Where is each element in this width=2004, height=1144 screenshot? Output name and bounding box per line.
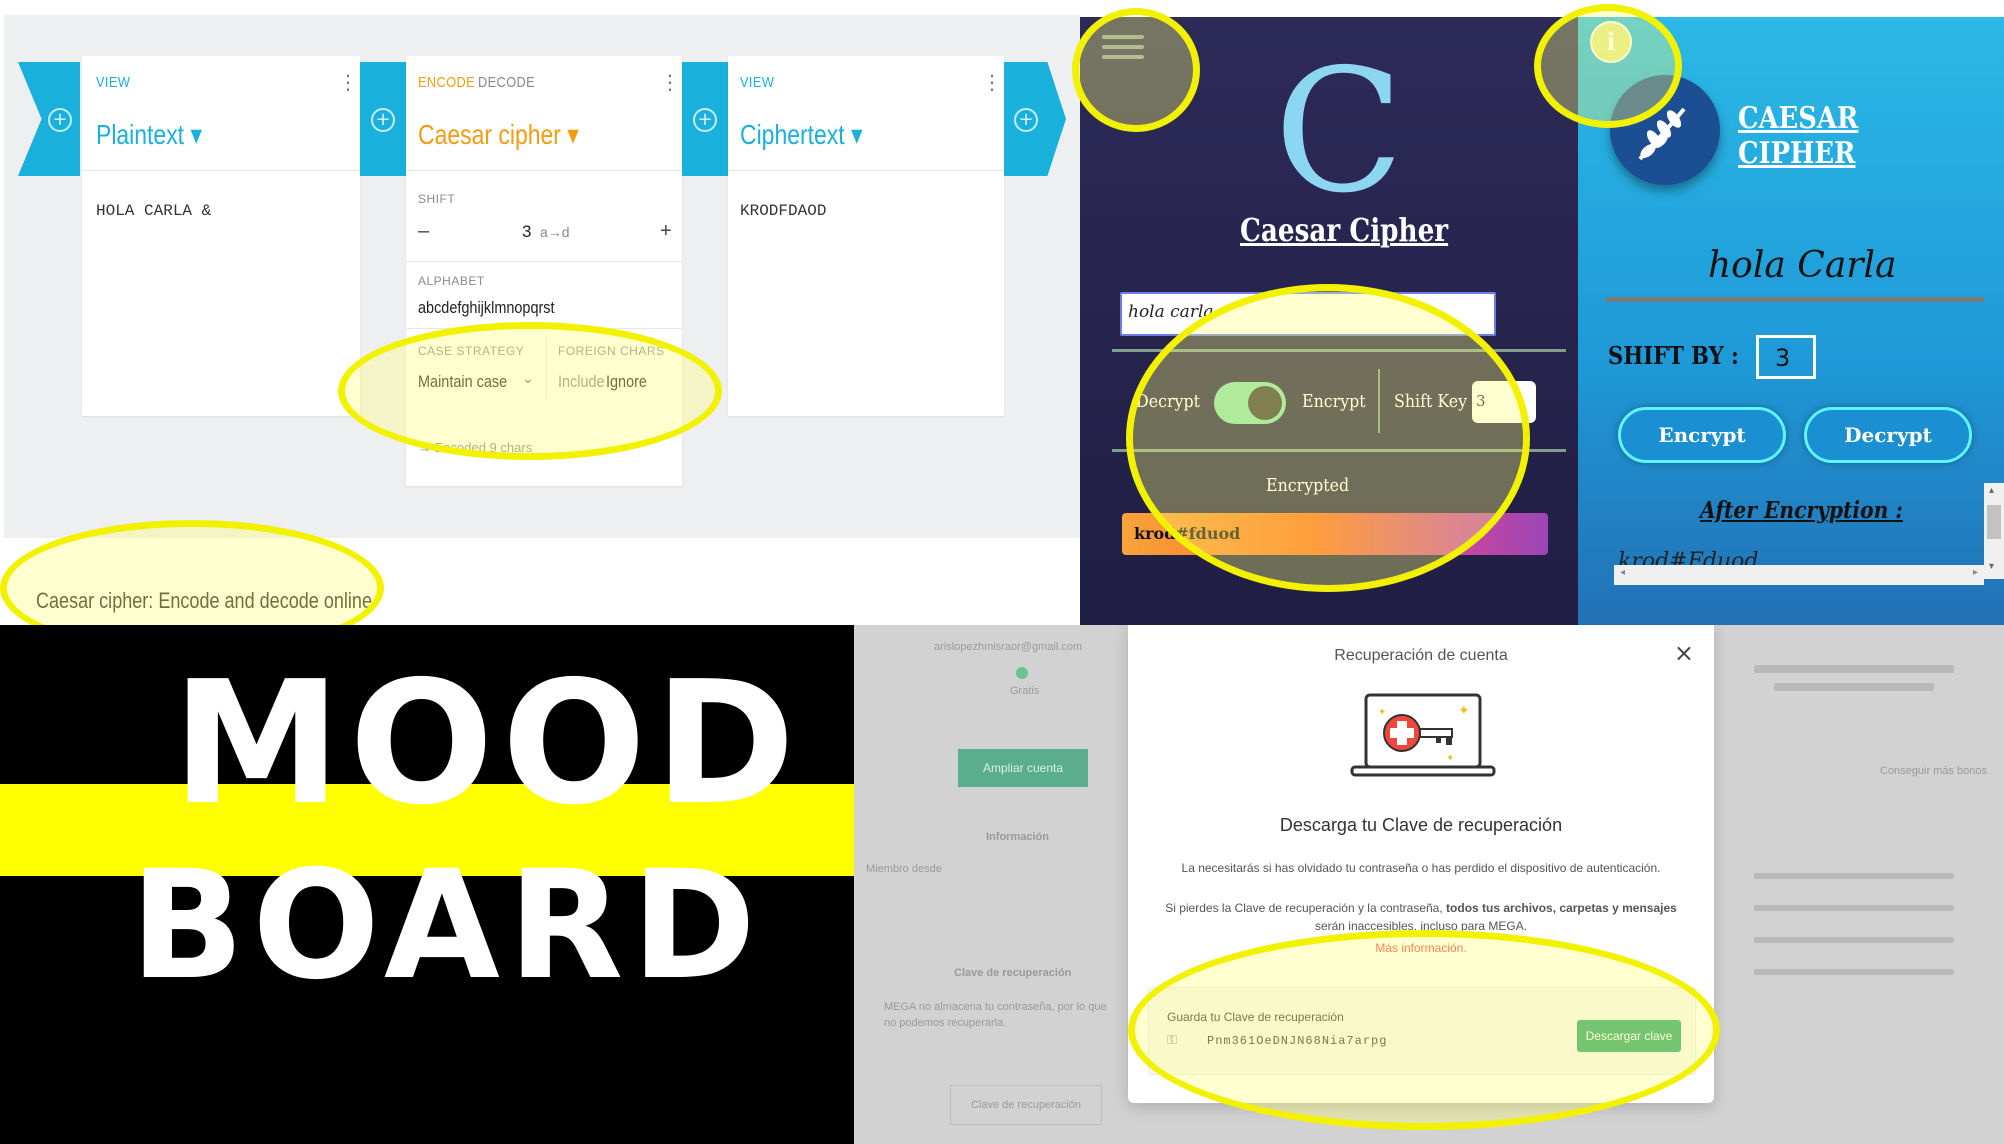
cryptii-panel: + VIEW Plaintext ▾ ⋮ HOLA CARLA & + ENCO… bbox=[0, 0, 1080, 625]
laptop-key-icon: ✦ ✦ ✦ bbox=[1350, 691, 1496, 788]
horizontal-scrollbar[interactable]: ◂ ▸ bbox=[1614, 565, 1984, 585]
highlight-ellipse bbox=[338, 322, 722, 460]
plaintext-card: VIEW Plaintext ▾ ⋮ HOLA CARLA & bbox=[82, 56, 360, 416]
bg-line bbox=[1754, 873, 1954, 879]
plaintext-more-icon[interactable]: ⋮ bbox=[338, 70, 358, 94]
bg-info-header: Información bbox=[986, 831, 1049, 843]
ciphertext-title[interactable]: Ciphertext ▾ bbox=[740, 118, 863, 151]
decode-tab[interactable]: DECODE bbox=[478, 74, 535, 91]
modal-heading: Descarga tu Clave de recuperación bbox=[1279, 815, 1563, 835]
ciphertext-view-label: VIEW bbox=[740, 74, 775, 91]
laptop-key-illustration: ✦ ✦ ✦ bbox=[1350, 693, 1496, 777]
status-dot bbox=[1016, 667, 1028, 679]
bg-line bbox=[1754, 665, 1954, 673]
scroll-left-icon[interactable]: ◂ bbox=[1620, 567, 1625, 578]
app-title: CAESAR CIPHER bbox=[1738, 101, 1859, 171]
bg-recovery-text: MEGA no almacena tu contraseña, por lo q… bbox=[884, 1001, 1107, 1029]
p2-prefix: Si pierdes la Clave de recuperación y la… bbox=[1165, 901, 1447, 915]
p2-bold: todos tus archivos, carpetas y mensajes bbox=[1446, 901, 1677, 915]
decrypt-button[interactable]: Decrypt bbox=[1804, 407, 1972, 463]
ciphertext-content[interactable]: KRODFDAOD bbox=[740, 202, 826, 220]
plaintext-view-label: VIEW bbox=[96, 74, 131, 91]
divider bbox=[406, 261, 682, 262]
close-icon[interactable]: × bbox=[1674, 639, 1694, 667]
bg-line bbox=[1754, 937, 1954, 943]
board-text: BOARD bbox=[130, 839, 764, 1013]
scroll-thumb[interactable] bbox=[1987, 505, 2001, 539]
divider bbox=[1606, 297, 1984, 302]
modal-paragraph-1: La necesitarás si has olvidado tu contra… bbox=[1181, 861, 1661, 875]
add-brick-start-icon[interactable]: + bbox=[48, 108, 72, 132]
svg-text:✦: ✦ bbox=[1446, 753, 1454, 764]
encode-tab[interactable]: ENCODE bbox=[418, 74, 475, 91]
plaintext-content[interactable]: HOLA CARLA & bbox=[96, 202, 211, 220]
bg-line bbox=[1754, 905, 1954, 911]
bg-recovery-header: Clave de recuperación bbox=[954, 967, 1072, 979]
bg-member-since: Miembro desde bbox=[866, 863, 942, 875]
add-brick-2-icon[interactable]: + bbox=[693, 108, 717, 132]
shift-by-input[interactable]: 3 bbox=[1756, 335, 1816, 379]
alphabet-label: ALPHABET bbox=[418, 274, 485, 288]
modal-title: Recuperación de cuenta bbox=[1334, 647, 1508, 664]
bg-upgrade-button: Ampliar cuenta bbox=[958, 749, 1088, 787]
bg-line bbox=[1774, 683, 1934, 691]
bg-recovery-button: Clave de recuperación bbox=[950, 1085, 1102, 1125]
caesar-card-header: ENCODE DECODE Caesar cipher ▾ bbox=[406, 56, 682, 171]
ciphertext-card: VIEW Ciphertext ▾ ⋮ KRODFDAOD bbox=[728, 56, 1004, 416]
shift-value[interactable]: 3 bbox=[522, 222, 531, 242]
highlight-ellipse bbox=[1534, 4, 1682, 128]
shift-increment-button[interactable]: + bbox=[660, 220, 672, 243]
ciphertext-more-icon[interactable]: ⋮ bbox=[982, 70, 1002, 94]
input-word[interactable]: hola Carla bbox=[1708, 245, 1896, 286]
highlight-ellipse bbox=[1128, 930, 1720, 1130]
encrypt-button[interactable]: Encrypt bbox=[1618, 407, 1786, 463]
shift-by-label: SHIFT BY : bbox=[1608, 341, 1739, 370]
caesar-title[interactable]: Caesar cipher ▾ bbox=[418, 118, 579, 151]
scroll-right-icon[interactable]: ▸ bbox=[1973, 567, 1978, 578]
highlight-ellipse bbox=[1072, 8, 1200, 132]
shift-decrement-button[interactable]: – bbox=[418, 220, 429, 243]
plaintext-card-header: VIEW Plaintext ▾ bbox=[82, 56, 360, 171]
vertical-scrollbar[interactable]: ▴ ▾ bbox=[1984, 483, 2004, 579]
alphabet-field[interactable]: abcdefghijklmnopqrst bbox=[418, 298, 555, 318]
plaintext-title[interactable]: Plaintext ▾ bbox=[96, 118, 202, 151]
shift-mapping: a→d bbox=[540, 224, 570, 240]
bg-email: arislopezhmisraor@gmail.com bbox=[934, 641, 1083, 653]
svg-text:✦: ✦ bbox=[1378, 707, 1386, 718]
ciphertext-card-header: VIEW Ciphertext ▾ bbox=[728, 56, 1004, 171]
after-encryption-label: After Encryption : bbox=[1700, 497, 1903, 524]
shift-label: SHIFT bbox=[418, 192, 456, 206]
scroll-up-icon[interactable]: ▴ bbox=[1989, 485, 1994, 496]
app-logo-letter: C bbox=[1274, 33, 1405, 231]
app-title: Caesar Cipher bbox=[1240, 211, 1449, 249]
mood-text: MOOD bbox=[172, 645, 804, 843]
add-brick-end-icon[interactable]: + bbox=[1014, 108, 1038, 132]
bg-status: Gratis bbox=[1010, 685, 1040, 697]
bg-get-more: Conseguir más bonos bbox=[1880, 765, 1988, 777]
caesar-more-icon[interactable]: ⋮ bbox=[660, 70, 680, 94]
bg-line bbox=[1754, 969, 1954, 975]
add-brick-1-icon[interactable]: + bbox=[371, 108, 395, 132]
mood-board-panel: MOOD BOARD bbox=[0, 625, 854, 1144]
highlight-ellipse bbox=[1126, 284, 1530, 592]
scroll-down-icon[interactable]: ▾ bbox=[1989, 561, 1994, 572]
svg-text:✦: ✦ bbox=[1458, 703, 1470, 719]
